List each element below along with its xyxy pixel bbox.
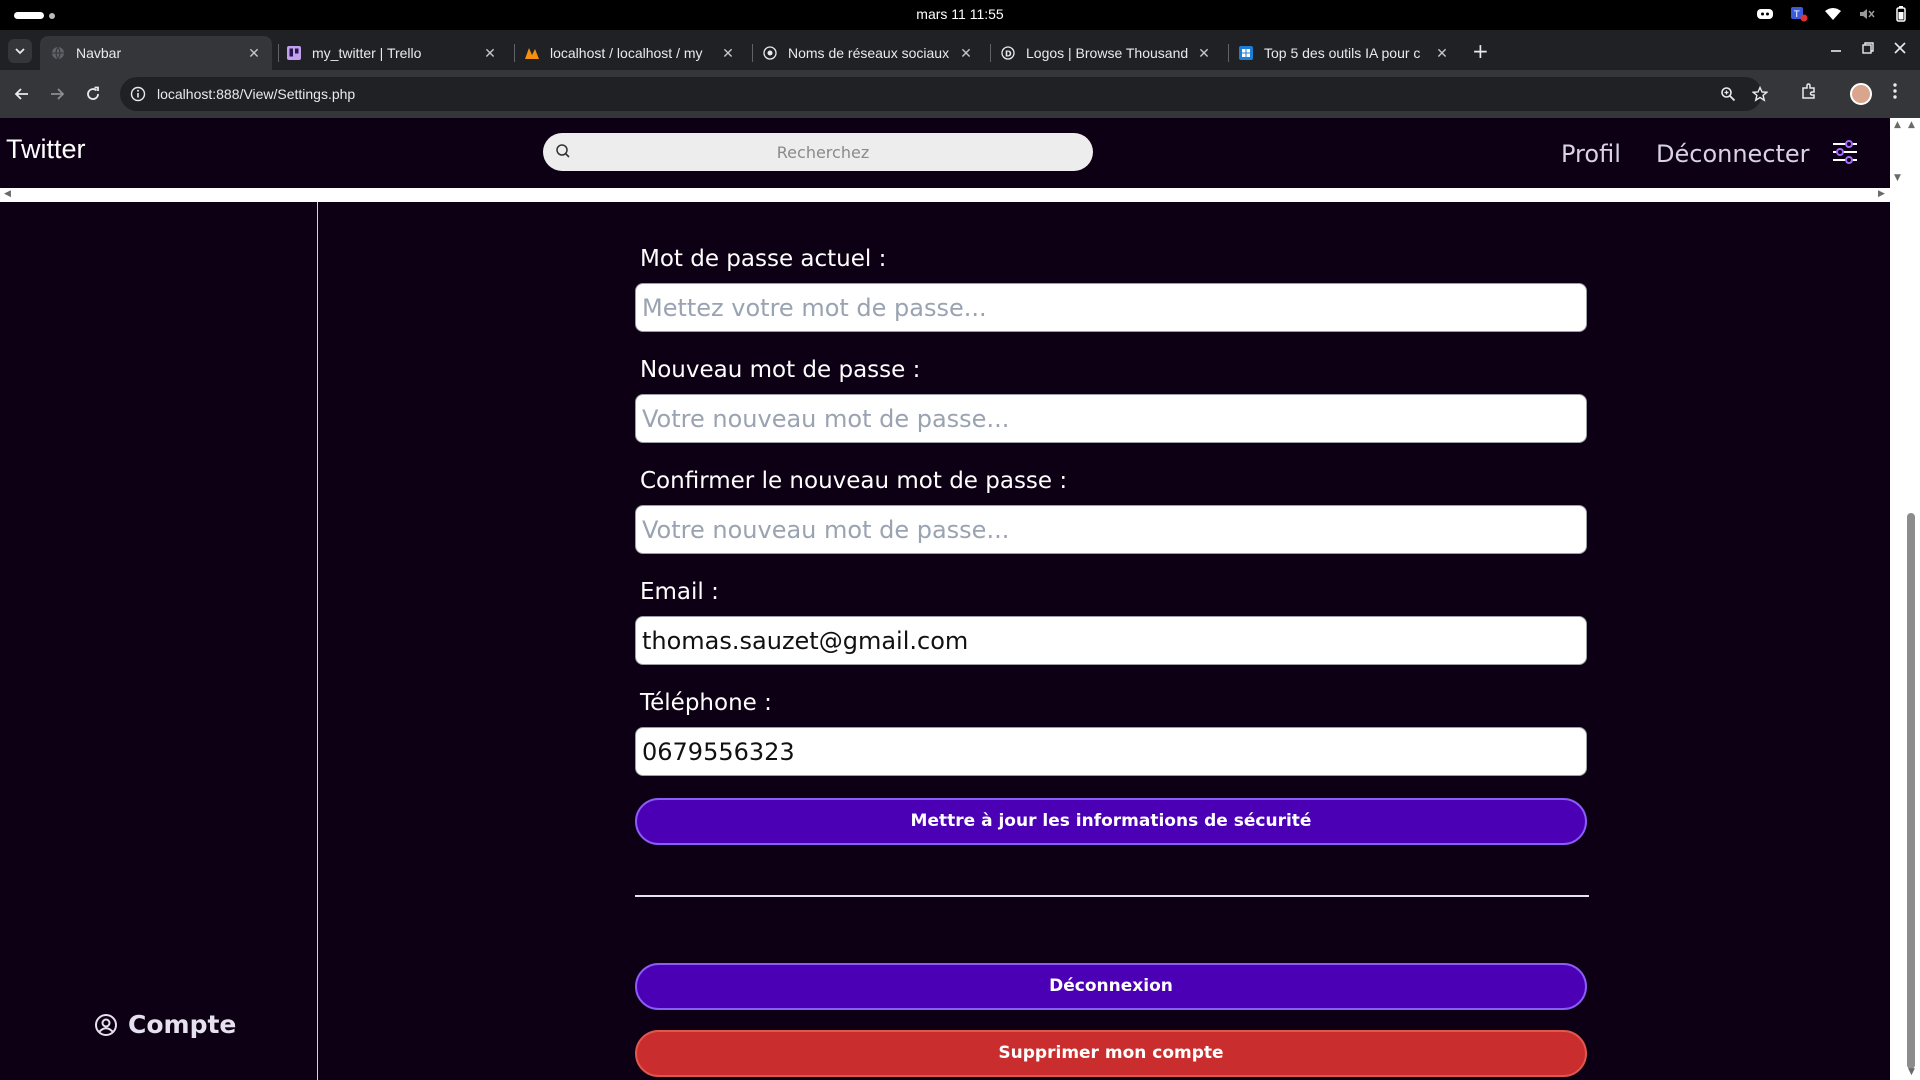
translate-icon[interactable]: T	[1790, 6, 1808, 22]
horizontal-scrollbar[interactable]: ◀ ▶	[0, 188, 1890, 202]
os-clock[interactable]: mars 11 11:55	[0, 6, 1920, 22]
forward-button[interactable]	[46, 83, 68, 105]
globe-icon	[762, 45, 778, 61]
volume-muted-icon[interactable]	[1858, 6, 1876, 22]
user-circle-icon	[95, 1013, 117, 1036]
phone-field[interactable]	[635, 727, 1587, 776]
tab-close-icon[interactable]: ✕	[720, 45, 736, 62]
site-info-icon[interactable]	[130, 86, 146, 106]
tab-title: Navbar	[76, 45, 122, 61]
phpmyadmin-icon	[524, 45, 540, 61]
tab-close-icon[interactable]: ✕	[1434, 45, 1450, 62]
scrollbar-thumb[interactable]	[1907, 513, 1915, 1069]
confirm-password-label: Confirmer le nouveau mot de passe :	[640, 468, 1068, 494]
settings-sliders-icon[interactable]	[1832, 140, 1858, 168]
wifi-icon[interactable]	[1824, 6, 1842, 22]
profile-avatar[interactable]	[1850, 83, 1872, 105]
svg-text:T: T	[1793, 10, 1800, 20]
sidebar-item-compte[interactable]: Compte	[94, 1010, 236, 1039]
phone-label: Téléphone :	[640, 690, 772, 716]
current-password-input[interactable]	[635, 283, 1587, 332]
browser-toolbar: localhost:888/View/Settings.php	[0, 70, 1920, 118]
page-scroll-up-arrow-icon[interactable]: ▲	[1908, 120, 1915, 130]
delete-account-button[interactable]: Supprimer mon compte	[635, 1030, 1587, 1077]
browser-menu-icon[interactable]	[1892, 82, 1898, 104]
tab-title: Top 5 des outils IA pour c	[1264, 45, 1421, 61]
current-password-label: Mot de passe actuel :	[640, 246, 887, 272]
update-security-button[interactable]: Mettre à jour les informations de sécuri…	[635, 798, 1587, 845]
tab-logos[interactable]: D Logos | Browse Thousand ✕	[990, 36, 1222, 70]
tab-close-icon[interactable]: ✕	[482, 45, 498, 62]
vertical-scrollbar[interactable]: ▲ ▼ ▲ ▼	[1890, 118, 1920, 1080]
logout-button[interactable]: Déconnexion	[635, 963, 1587, 1010]
globe-icon	[50, 45, 66, 61]
tab-close-icon[interactable]: ✕	[958, 45, 974, 62]
chevron-down-icon	[15, 48, 25, 55]
scroll-up-arrow-icon[interactable]: ▲	[1894, 120, 1901, 130]
confirm-password-input[interactable]	[635, 505, 1587, 554]
address-bar[interactable]: localhost:888/View/Settings.php	[120, 77, 1769, 111]
url-text[interactable]: localhost:888/View/Settings.php	[157, 86, 355, 102]
email-label: Email :	[640, 579, 719, 605]
search-icon	[555, 143, 571, 163]
reload-button[interactable]	[82, 83, 104, 105]
battery-icon[interactable]	[1892, 6, 1910, 22]
site-logo[interactable]: Twitter	[6, 134, 86, 165]
extensions-icon[interactable]	[1800, 82, 1818, 104]
browser-tab-strip: Navbar ✕ my_twitter | Trello ✕ localhost…	[0, 30, 1920, 70]
scroll-right-arrow-icon[interactable]: ▶	[1878, 189, 1885, 199]
nav-profil-link[interactable]: Profil	[1561, 140, 1621, 168]
svg-text:D: D	[1005, 50, 1012, 59]
arrow-right-icon	[51, 88, 65, 100]
tab-outils-ia[interactable]: Top 5 des outils IA pour c ✕	[1228, 36, 1460, 70]
sidebar-item-label: Compte	[128, 1010, 237, 1039]
tab-phpmyadmin[interactable]: localhost / localhost / my ✕	[514, 36, 746, 70]
page-viewport: Twitter Profil Déconnecter ◀ ▶ ▲ ▼ ▲ ▼	[0, 118, 1920, 1080]
new-password-label: Nouveau mot de passe :	[640, 357, 921, 383]
close-window-icon[interactable]	[1894, 42, 1906, 58]
arrow-left-icon	[14, 88, 28, 100]
tab-title: my_twitter | Trello	[312, 45, 422, 61]
tab-title: localhost / localhost / my	[550, 45, 703, 61]
inner-scroll-down-arrow-icon[interactable]: ▼	[1894, 173, 1901, 183]
nav-deconnecter-link[interactable]: Déconnecter	[1656, 140, 1810, 168]
tab-reseaux-sociaux[interactable]: Noms de réseaux sociaux ✕	[752, 36, 984, 70]
settings-sidebar: Compte	[0, 202, 318, 1080]
tab-trello[interactable]: my_twitter | Trello ✕	[276, 36, 508, 70]
page-scroll-down-arrow-icon[interactable]: ▼	[1908, 1067, 1915, 1077]
site-navbar: Twitter Profil Déconnecter	[0, 118, 1890, 188]
search-input[interactable]	[583, 133, 1063, 171]
new-password-input[interactable]	[635, 394, 1587, 443]
tab-navbar[interactable]: Navbar ✕	[40, 36, 272, 70]
os-top-bar: mars 11 11:55 T	[0, 0, 1920, 30]
section-divider	[635, 895, 1589, 897]
new-tab-button[interactable]: +	[1472, 41, 1489, 61]
bookmark-star-icon[interactable]	[1751, 85, 1769, 106]
tab-close-icon[interactable]: ✕	[1196, 45, 1212, 62]
minimize-icon[interactable]	[1830, 42, 1842, 58]
tab-search-button[interactable]	[8, 39, 32, 63]
tab-close-icon[interactable]: ✕	[246, 45, 262, 62]
trello-icon	[286, 45, 302, 61]
discord-icon[interactable]	[1756, 6, 1774, 22]
search-bar[interactable]	[543, 133, 1093, 171]
tab-title: Noms de réseaux sociaux	[788, 45, 950, 61]
scroll-left-arrow-icon[interactable]: ◀	[4, 189, 11, 199]
back-button[interactable]	[11, 83, 33, 105]
zoom-icon[interactable]	[1720, 86, 1736, 106]
restore-icon[interactable]	[1862, 42, 1874, 58]
system-tray[interactable]: T	[1756, 6, 1910, 22]
site-icon	[1238, 45, 1254, 61]
email-field[interactable]	[635, 616, 1587, 665]
reload-icon	[87, 86, 99, 100]
tab-title: Logos | Browse Thousand	[1026, 45, 1189, 61]
dribbble-icon: D	[1000, 45, 1016, 61]
